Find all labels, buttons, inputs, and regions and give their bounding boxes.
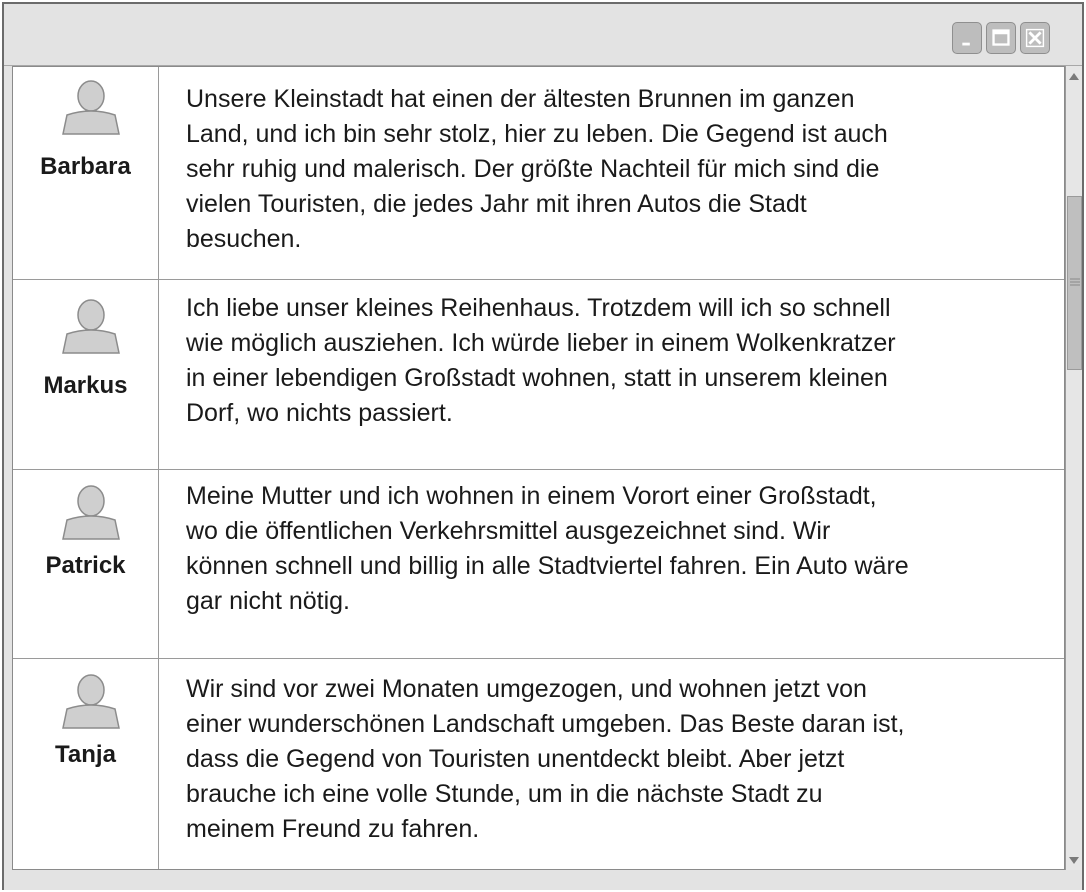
grip-icon [1070, 278, 1080, 286]
close-icon [1025, 28, 1045, 48]
app-window: Barbara Unsere Kleinstadt hat einen der … [2, 2, 1084, 890]
user-avatar-icon [62, 674, 120, 729]
user-avatar-icon [62, 485, 120, 540]
list-item: Tanja Wir sind vor zwei Monaten umgezoge… [13, 659, 1064, 869]
vertical-scrollbar[interactable] [1065, 66, 1082, 870]
user-avatar-icon [62, 299, 120, 354]
user-name: Patrick [45, 552, 126, 579]
post-text: Ich liebe unser kleines Reihenhaus. Trot… [186, 294, 896, 427]
maximize-icon [992, 29, 1010, 46]
post-text: Wir sind vor zwei Monaten umgezogen, und… [186, 675, 905, 843]
list-item: Markus Ich liebe unser kleines Reihenhau… [13, 280, 1064, 470]
scroll-up-arrow-icon[interactable] [1066, 69, 1082, 85]
user-avatar-icon [62, 80, 120, 135]
scroll-thumb[interactable] [1067, 196, 1082, 370]
maximize-button[interactable] [986, 22, 1016, 54]
minimize-icon [962, 42, 970, 46]
scroll-down-arrow-icon[interactable] [1066, 852, 1082, 868]
close-button[interactable] [1020, 22, 1050, 54]
post-text: Unsere Kleinstadt hat einen der ältesten… [186, 85, 888, 253]
forum-post-list[interactable]: Barbara Unsere Kleinstadt hat einen der … [12, 66, 1065, 870]
minimize-button[interactable] [952, 22, 982, 54]
title-bar[interactable] [4, 4, 1082, 66]
list-item: Barbara Unsere Kleinstadt hat einen der … [13, 67, 1064, 280]
status-bar [4, 870, 1082, 890]
post-text: Meine Mutter und ich wohnen in einem Vor… [186, 482, 909, 615]
user-name: Barbara [40, 153, 131, 180]
user-name: Markus [43, 372, 128, 399]
user-name: Tanja [55, 741, 116, 768]
list-item: Patrick Meine Mutter und ich wohnen in e… [13, 470, 1064, 659]
